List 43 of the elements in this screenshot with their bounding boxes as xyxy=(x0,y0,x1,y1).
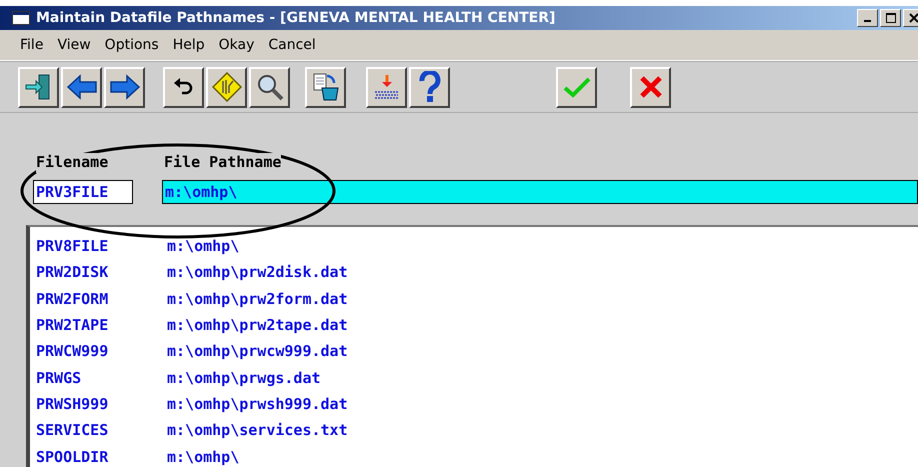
list-cell[interactable]: m:\omhp\ xyxy=(167,237,240,256)
minimize-icon xyxy=(864,20,871,22)
close-icon xyxy=(908,13,918,23)
toolbar-button[interactable] xyxy=(409,66,450,108)
toolbar-button[interactable] xyxy=(104,66,145,108)
menu-item[interactable]: Cancel xyxy=(268,37,316,53)
list-cell[interactable]: m:\omhp\prwsh999.dat xyxy=(167,394,348,413)
list-cell[interactable]: m:\omhp\prwgs.dat xyxy=(167,368,321,387)
toolbar-button[interactable] xyxy=(18,66,59,108)
left-arrow-icon xyxy=(66,74,98,100)
list-cell[interactable]: m:\omhp\prwcw999.dat xyxy=(167,342,348,360)
list-cell[interactable]: m:\omhp\prw2disk.dat xyxy=(167,263,348,282)
menu-item[interactable]: Okay xyxy=(218,37,254,53)
close-button[interactable] xyxy=(903,9,918,27)
menu-item[interactable]: File xyxy=(20,37,44,53)
checkmark-icon xyxy=(562,76,590,98)
toolbar-button[interactable] xyxy=(366,66,407,108)
minimize-button[interactable] xyxy=(857,9,878,27)
toolbar-button[interactable] xyxy=(556,66,597,108)
maximize-icon xyxy=(886,13,896,23)
toolbar-button[interactable] xyxy=(249,66,290,108)
list-cell[interactable]: m:\omhp\services.txt xyxy=(167,421,348,440)
pathname-field[interactable]: m:\omhp\ xyxy=(162,180,918,204)
maximize-button[interactable] xyxy=(880,9,901,27)
diamond-sign-icon xyxy=(212,72,242,102)
document-transfer-icon xyxy=(310,72,340,102)
menu-item[interactable]: Options xyxy=(104,37,159,53)
filename-field[interactable]: PRV3FILE xyxy=(33,180,133,204)
window-title: Maintain Datafile Pathnames - [GENEVA MENTAL HEALTH CENTER] xyxy=(36,10,556,26)
toolbar-button[interactable] xyxy=(305,66,346,108)
menu-item[interactable]: Help xyxy=(172,37,205,53)
list-cell[interactable]: m:\omhp\prw2form.dat xyxy=(167,290,348,308)
right-arrow-icon xyxy=(108,74,140,100)
list-cell[interactable]: m:\omhp\ xyxy=(167,448,240,466)
toolbar-button[interactable] xyxy=(163,66,204,108)
close-icon xyxy=(638,75,662,99)
question-mark-icon xyxy=(416,71,442,103)
toolbar-button[interactable] xyxy=(61,66,102,108)
menu-item[interactable]: View xyxy=(57,37,91,53)
window-icon xyxy=(12,11,30,25)
list-cell[interactable]: m:\omhp\prw2tape.dat xyxy=(167,316,348,334)
toolbar-button[interactable] xyxy=(206,66,247,108)
toolbar-button[interactable] xyxy=(630,66,671,108)
